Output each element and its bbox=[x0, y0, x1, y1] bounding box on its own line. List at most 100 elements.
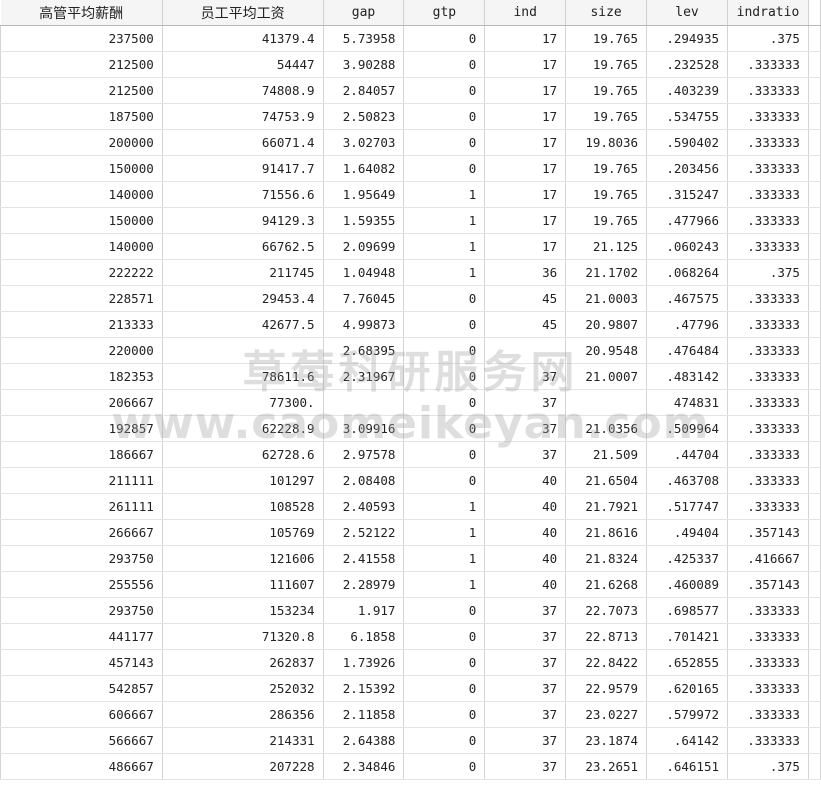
table-cell[interactable]: 29453.4 bbox=[162, 285, 324, 312]
table-cell[interactable]: 542857 bbox=[0, 675, 163, 702]
table-cell[interactable]: 474831 bbox=[646, 389, 728, 416]
table-cell[interactable]: 0 bbox=[403, 363, 486, 390]
table-cell[interactable]: 187500 bbox=[0, 103, 163, 130]
column-header-gtp[interactable]: gtp bbox=[403, 0, 486, 26]
table-cell[interactable]: .534755 bbox=[646, 103, 728, 130]
table-cell[interactable]: .333333 bbox=[727, 597, 809, 624]
table-cell[interactable]: .333333 bbox=[727, 233, 809, 260]
table-cell[interactable]: 441177 bbox=[0, 623, 163, 650]
table-cell[interactable]: 457143 bbox=[0, 649, 163, 676]
table-cell[interactable]: 0 bbox=[403, 389, 486, 416]
table-cell[interactable]: 2.08408 bbox=[323, 467, 405, 494]
table-cell[interactable]: 1 bbox=[403, 571, 486, 598]
table-cell[interactable]: 2.64388 bbox=[323, 727, 405, 754]
table-cell[interactable]: 1 bbox=[403, 233, 486, 260]
table-cell[interactable]: 19.8036 bbox=[565, 129, 648, 156]
table-cell[interactable]: 21.7921 bbox=[565, 493, 648, 520]
table-cell[interactable]: 40 bbox=[484, 545, 567, 572]
table-cell[interactable]: 17 bbox=[484, 77, 567, 104]
table-cell[interactable]: .333333 bbox=[727, 649, 809, 676]
table-cell[interactable]: .701421 bbox=[646, 623, 728, 650]
table-cell[interactable]: 2.31967 bbox=[323, 363, 405, 390]
table-cell[interactable]: 6.1858 bbox=[323, 623, 405, 650]
column-header-lev[interactable]: lev bbox=[646, 0, 728, 26]
table-cell[interactable]: .44704 bbox=[646, 441, 728, 468]
table-cell[interactable]: 22.9579 bbox=[565, 675, 648, 702]
table-cell[interactable]: 211111 bbox=[0, 467, 163, 494]
table-cell[interactable]: 213333 bbox=[0, 311, 163, 338]
table-cell[interactable]: 2.40593 bbox=[323, 493, 405, 520]
column-header-ind[interactable]: ind bbox=[484, 0, 567, 26]
table-cell[interactable]: .333333 bbox=[727, 51, 809, 78]
table-cell[interactable]: .467575 bbox=[646, 285, 728, 312]
table-cell[interactable]: 19.765 bbox=[565, 103, 648, 130]
table-cell[interactable]: .509964 bbox=[646, 415, 728, 442]
table-cell[interactable]: .698577 bbox=[646, 597, 728, 624]
table-cell[interactable]: 212500 bbox=[0, 77, 163, 104]
table-cell[interactable]: 40 bbox=[484, 493, 567, 520]
table-cell[interactable]: .579972 bbox=[646, 701, 728, 728]
table-cell[interactable]: 17 bbox=[484, 233, 567, 260]
table-cell[interactable]: 19.765 bbox=[565, 51, 648, 78]
table-cell[interactable]: 211745 bbox=[162, 259, 324, 286]
table-cell[interactable]: 222222 bbox=[0, 259, 163, 286]
table-cell[interactable]: .333333 bbox=[727, 77, 809, 104]
table-cell[interactable]: 0 bbox=[403, 337, 486, 364]
table-cell[interactable]: 4.99873 bbox=[323, 311, 405, 338]
table-cell[interactable]: 206667 bbox=[0, 389, 163, 416]
table-cell[interactable]: 78611.6 bbox=[162, 363, 324, 390]
table-cell[interactable]: 37 bbox=[484, 441, 567, 468]
table-cell[interactable]: 19.765 bbox=[565, 25, 648, 52]
table-cell[interactable]: 182353 bbox=[0, 363, 163, 390]
table-cell[interactable]: 0 bbox=[403, 77, 486, 104]
table-cell[interactable]: 486667 bbox=[0, 753, 163, 780]
table-cell[interactable]: .333333 bbox=[727, 207, 809, 234]
table-cell[interactable]: 0 bbox=[403, 51, 486, 78]
table-cell[interactable]: 45 bbox=[484, 285, 567, 312]
table-cell[interactable]: .460089 bbox=[646, 571, 728, 598]
table-cell[interactable]: .333333 bbox=[727, 701, 809, 728]
table-cell[interactable]: 2.34846 bbox=[323, 753, 405, 780]
table-cell[interactable]: 1 bbox=[403, 207, 486, 234]
table-cell[interactable]: 566667 bbox=[0, 727, 163, 754]
table-cell[interactable]: .476484 bbox=[646, 337, 728, 364]
table-cell[interactable]: 37 bbox=[484, 701, 567, 728]
table-cell[interactable]: 17 bbox=[484, 51, 567, 78]
table-cell[interactable]: 37 bbox=[484, 727, 567, 754]
table-cell[interactable]: 19.765 bbox=[565, 207, 648, 234]
table-cell[interactable]: 2.15392 bbox=[323, 675, 405, 702]
column-header-employee-wage[interactable]: 员工平均工资 bbox=[162, 0, 324, 26]
table-cell[interactable]: .49404 bbox=[646, 519, 728, 546]
table-cell[interactable]: 54447 bbox=[162, 51, 324, 78]
table-cell[interactable]: 21.509 bbox=[565, 441, 648, 468]
table-cell[interactable]: .64142 bbox=[646, 727, 728, 754]
table-cell[interactable]: 40 bbox=[484, 467, 567, 494]
table-cell[interactable]: 293750 bbox=[0, 545, 163, 572]
table-cell[interactable]: 19.765 bbox=[565, 77, 648, 104]
table-cell[interactable]: .477966 bbox=[646, 207, 728, 234]
table-cell[interactable]: .294935 bbox=[646, 25, 728, 52]
table-cell[interactable]: .517747 bbox=[646, 493, 728, 520]
table-cell[interactable]: 2.11858 bbox=[323, 701, 405, 728]
table-cell[interactable]: .375 bbox=[727, 753, 809, 780]
table-cell[interactable]: 40 bbox=[484, 519, 567, 546]
table-cell[interactable] bbox=[162, 337, 324, 364]
table-cell[interactable]: .333333 bbox=[727, 389, 809, 416]
column-header-gap[interactable]: gap bbox=[323, 0, 405, 26]
table-cell[interactable]: 261111 bbox=[0, 493, 163, 520]
table-cell[interactable]: 0 bbox=[403, 753, 486, 780]
table-cell[interactable]: 286356 bbox=[162, 701, 324, 728]
table-cell[interactable]: .375 bbox=[727, 25, 809, 52]
table-cell[interactable]: .620165 bbox=[646, 675, 728, 702]
table-cell[interactable]: 111607 bbox=[162, 571, 324, 598]
table-cell[interactable]: .652855 bbox=[646, 649, 728, 676]
table-cell[interactable]: .333333 bbox=[727, 493, 809, 520]
table-cell[interactable]: .068264 bbox=[646, 259, 728, 286]
table-cell[interactable]: 1 bbox=[403, 181, 486, 208]
table-cell[interactable]: 0 bbox=[403, 701, 486, 728]
table-cell[interactable]: 66762.5 bbox=[162, 233, 324, 260]
table-cell[interactable]: .333333 bbox=[727, 337, 809, 364]
table-cell[interactable]: 0 bbox=[403, 25, 486, 52]
table-cell[interactable]: 0 bbox=[403, 129, 486, 156]
table-cell[interactable]: .333333 bbox=[727, 155, 809, 182]
